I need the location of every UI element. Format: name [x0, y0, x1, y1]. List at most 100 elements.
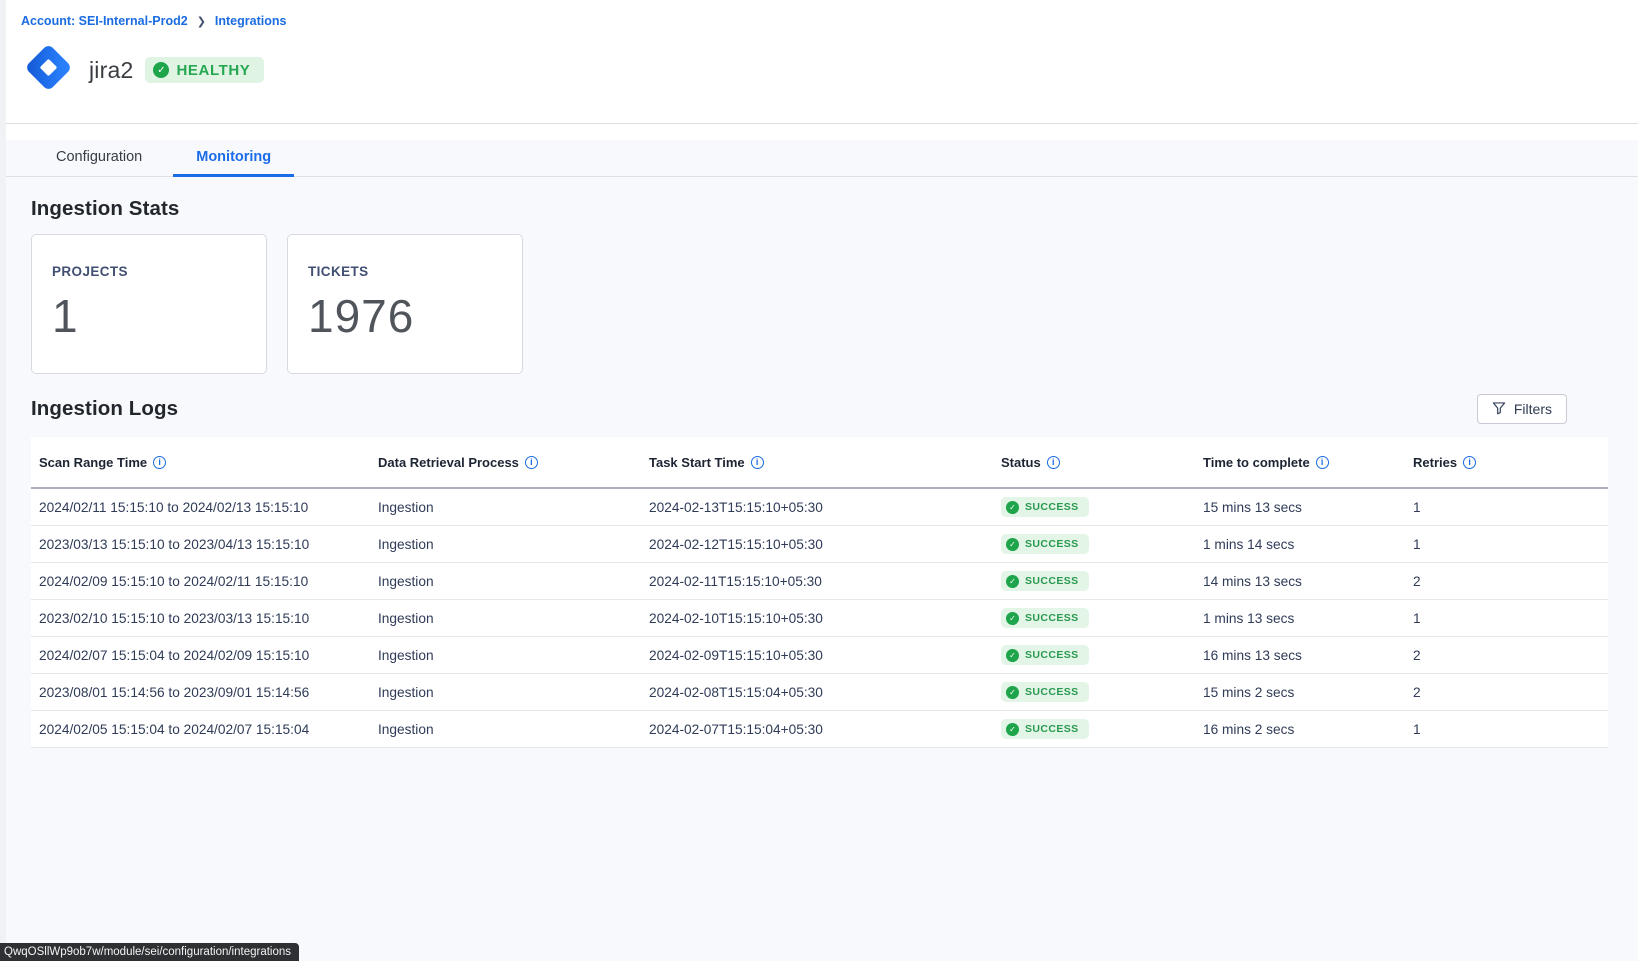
table-row: 2024/02/09 15:15:10 to 2024/02/11 15:15:… — [31, 563, 1608, 600]
cell-scan-range-time: 2024/02/07 15:15:04 to 2024/02/09 15:15:… — [31, 648, 370, 663]
cell-task-start-time: 2024-02-13T15:15:10+05:30 — [641, 500, 993, 515]
table-body: 2024/02/11 15:15:10 to 2024/02/13 15:15:… — [31, 489, 1608, 748]
ingestion-logs-title: Ingestion Logs — [31, 397, 178, 421]
info-icon[interactable] — [1047, 456, 1060, 469]
cell-task-start-time: 2024-02-12T15:15:10+05:30 — [641, 537, 993, 552]
col-header-scan-range: Scan Range Time — [31, 455, 370, 470]
info-icon[interactable] — [1463, 456, 1476, 469]
page-title: jira2 — [89, 57, 133, 84]
tab-configuration[interactable]: Configuration — [33, 140, 165, 177]
stat-label: TICKETS — [308, 264, 502, 279]
cell-status: SUCCESS — [993, 719, 1195, 739]
cell-status: SUCCESS — [993, 608, 1195, 628]
cell-time-to-complete: 1 mins 13 secs — [1195, 611, 1405, 626]
cell-data-retrieval-process: Ingestion — [370, 537, 641, 552]
info-icon[interactable] — [153, 456, 166, 469]
table-row: 2024/02/07 15:15:04 to 2024/02/09 15:15:… — [31, 637, 1608, 674]
cell-task-start-time: 2024-02-10T15:15:10+05:30 — [641, 611, 993, 626]
check-circle-icon — [1006, 501, 1019, 514]
window-edge-strip — [0, 0, 6, 961]
integration-monitoring-page: Account: SEI-Internal-Prod2 Integrations — [0, 0, 1638, 961]
stat-label: PROJECTS — [52, 264, 246, 279]
cell-status: SUCCESS — [993, 645, 1195, 665]
link-preview-tooltip: QwqOSllWp9ob7w/module/sei/configuration/… — [0, 943, 299, 961]
status-label: SUCCESS — [1025, 723, 1079, 735]
status-success-badge: SUCCESS — [1001, 571, 1089, 591]
cell-task-start-time: 2024-02-07T15:15:04+05:30 — [641, 722, 993, 737]
col-header-retries: Retries — [1405, 455, 1608, 470]
status-success-badge: SUCCESS — [1001, 608, 1089, 628]
table-row: 2023/03/13 15:15:10 to 2023/04/13 15:15:… — [31, 526, 1608, 563]
cell-time-to-complete: 15 mins 13 secs — [1195, 500, 1405, 515]
breadcrumb-integrations-link[interactable]: Integrations — [215, 14, 287, 28]
cell-data-retrieval-process: Ingestion — [370, 611, 641, 626]
table-row: 2023/02/10 15:15:10 to 2023/03/13 15:15:… — [31, 600, 1608, 637]
table-header-row: Scan Range Time Data Retrieval Process T… — [31, 437, 1608, 489]
status-success-badge: SUCCESS — [1001, 645, 1089, 665]
cell-time-to-complete: 16 mins 2 secs — [1195, 722, 1405, 737]
info-icon[interactable] — [525, 456, 538, 469]
stat-value: 1976 — [308, 289, 502, 343]
cell-retries: 1 — [1405, 537, 1608, 552]
cell-scan-range-time: 2024/02/05 15:15:04 to 2024/02/07 15:15:… — [31, 722, 370, 737]
cell-data-retrieval-process: Ingestion — [370, 722, 641, 737]
filters-button[interactable]: Filters — [1477, 394, 1567, 424]
cell-status: SUCCESS — [993, 571, 1195, 591]
status-label: SUCCESS — [1025, 649, 1079, 661]
stat-card-tickets: TICKETS 1976 — [287, 234, 523, 374]
ingestion-stats-section: Ingestion Stats PROJECTS 1 TICKETS 1976 — [0, 197, 1638, 374]
breadcrumb-account-link[interactable]: Account: SEI-Internal-Prod2 — [21, 14, 188, 28]
info-icon[interactable] — [751, 456, 764, 469]
content-area: Configuration Monitoring Ingestion Stats… — [0, 140, 1638, 961]
col-header-status: Status — [993, 455, 1195, 470]
health-status-badge: HEALTHY — [145, 57, 264, 83]
check-circle-icon — [1006, 612, 1019, 625]
stat-cards: PROJECTS 1 TICKETS 1976 — [31, 234, 1607, 374]
ingestion-logs-table: Scan Range Time Data Retrieval Process T… — [31, 437, 1608, 748]
col-header-time-to-complete: Time to complete — [1195, 455, 1405, 470]
cell-status: SUCCESS — [993, 682, 1195, 702]
cell-task-start-time: 2024-02-09T15:15:10+05:30 — [641, 648, 993, 663]
table-row: 2024/02/11 15:15:10 to 2024/02/13 15:15:… — [31, 489, 1608, 526]
status-label: SUCCESS — [1025, 686, 1079, 698]
jira-logo-icon — [20, 39, 77, 101]
chevron-right-icon — [197, 15, 206, 28]
col-header-process: Data Retrieval Process — [370, 455, 641, 470]
status-success-badge: SUCCESS — [1001, 719, 1089, 739]
status-label: SUCCESS — [1025, 575, 1079, 587]
cell-time-to-complete: 14 mins 13 secs — [1195, 574, 1405, 589]
cell-data-retrieval-process: Ingestion — [370, 685, 641, 700]
ingestion-logs-header: Ingestion Logs Filters — [31, 394, 1607, 424]
cell-task-start-time: 2024-02-11T15:15:10+05:30 — [641, 574, 993, 589]
integration-title-row: jira2 HEALTHY — [20, 39, 264, 101]
cell-scan-range-time: 2023/02/10 15:15:10 to 2023/03/13 15:15:… — [31, 611, 370, 626]
col-header-task-start: Task Start Time — [641, 455, 993, 470]
stat-value: 1 — [52, 289, 246, 343]
cell-data-retrieval-process: Ingestion — [370, 648, 641, 663]
cell-scan-range-time: 2024/02/11 15:15:10 to 2024/02/13 15:15:… — [31, 500, 370, 515]
cell-status: SUCCESS — [993, 497, 1195, 517]
status-success-badge: SUCCESS — [1001, 497, 1089, 517]
status-success-badge: SUCCESS — [1001, 682, 1089, 702]
cell-scan-range-time: 2024/02/09 15:15:10 to 2024/02/11 15:15:… — [31, 574, 370, 589]
table-row: 2023/08/01 15:14:56 to 2023/09/01 15:14:… — [31, 674, 1608, 711]
check-circle-icon — [1006, 575, 1019, 588]
ingestion-logs-section: Ingestion Logs Filters Scan Range Time — [0, 394, 1638, 748]
check-circle-icon — [1006, 723, 1019, 736]
cell-status: SUCCESS — [993, 534, 1195, 554]
cell-data-retrieval-process: Ingestion — [370, 574, 641, 589]
filters-button-label: Filters — [1514, 401, 1552, 417]
stat-card-projects: PROJECTS 1 — [31, 234, 267, 374]
cell-retries: 2 — [1405, 648, 1608, 663]
cell-task-start-time: 2024-02-08T15:15:04+05:30 — [641, 685, 993, 700]
cell-scan-range-time: 2023/08/01 15:14:56 to 2023/09/01 15:14:… — [31, 685, 370, 700]
cell-retries: 1 — [1405, 722, 1608, 737]
status-label: SUCCESS — [1025, 501, 1079, 513]
check-circle-icon — [1006, 686, 1019, 699]
check-circle-icon — [1006, 538, 1019, 551]
cell-retries: 2 — [1405, 685, 1608, 700]
tab-monitoring[interactable]: Monitoring — [173, 140, 294, 177]
status-label: SUCCESS — [1025, 612, 1079, 624]
page-header: Account: SEI-Internal-Prod2 Integrations — [0, 0, 1638, 140]
info-icon[interactable] — [1316, 456, 1329, 469]
